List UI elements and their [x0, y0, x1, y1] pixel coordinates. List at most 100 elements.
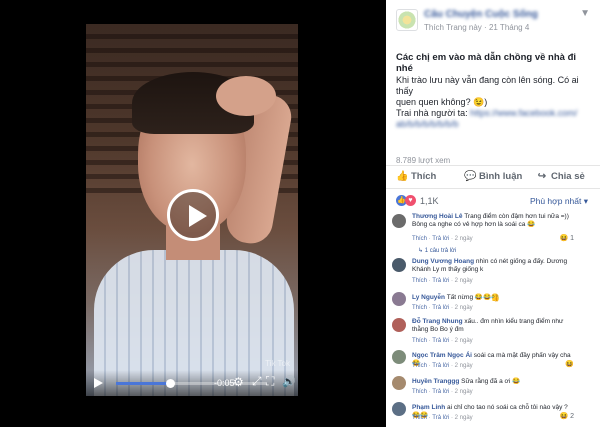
comment-meta: Thích · Trả lời · 2 ngày [412, 278, 473, 284]
reaction-count[interactable]: 1,1K [420, 196, 439, 206]
post-date[interactable]: 21 Tháng 4 [489, 23, 529, 32]
progress-knob[interactable] [165, 379, 175, 388]
comment-body: Đỗ Trang Nhung xấu.. đm nhìn kiểu trang … [412, 318, 572, 334]
comment-author[interactable]: Ngọc Trâm Ngọc Ái [412, 352, 472, 359]
avatar[interactable] [392, 376, 406, 390]
comment-reply-link[interactable]: Trả lời [432, 278, 449, 284]
comment-meta: Thích · Trả lời · 2 ngày [412, 389, 473, 395]
fullscreen-icon[interactable]: ⛶ [266, 375, 274, 387]
comment-author[interactable]: Huyền Tranggg [412, 378, 459, 385]
comment-label: Bình luận [479, 171, 523, 182]
comment-author[interactable]: Phạm Linh [412, 404, 445, 411]
page-name[interactable]: Câu Chuyện Cuộc Sống [424, 9, 538, 20]
share-label: Chia sẻ [551, 171, 585, 182]
love-reaction-icon: ♥ [405, 195, 416, 206]
like-label: Thích [411, 171, 437, 182]
time-remaining: -0:05 [214, 378, 235, 388]
comment-body: Thương Hoài Lê Trang điểm còn đậm hơn tu… [412, 213, 572, 229]
comment-like-link[interactable]: Thích [412, 236, 427, 242]
comment-reactions[interactable]: 👍 [491, 294, 500, 302]
post-panel: Câu Chuyện Cuộc Sống Thích Trang này · 2… [386, 0, 600, 427]
avatar[interactable] [392, 292, 406, 306]
post-line: Khi trào lưu này vẫn đang còn lên sóng. … [396, 75, 579, 96]
comment-reply-link[interactable]: Trả lời [432, 236, 449, 242]
comment-author[interactable]: Dung Vương Hoang [412, 258, 474, 265]
comment-item: Ly Nguyễn Tất nừng 😂😂😂 Thích · Trả lời ·… [386, 290, 600, 318]
avatar[interactable] [392, 318, 406, 332]
comment-author[interactable]: Đỗ Trang Nhung [412, 318, 463, 325]
comment-like-link[interactable]: Thích [412, 389, 427, 395]
comment-body: Dung Vương Hoang nhìn có nét giống a đấy… [412, 258, 572, 274]
post-header: Câu Chuyện Cuộc Sống Thích Trang này · 2… [386, 0, 600, 40]
post-line: Trai nhà người ta: https://www.facebook.… [396, 108, 590, 119]
comment-time: 2 ngày [454, 389, 473, 395]
comment-like-link[interactable]: Thích [412, 415, 427, 421]
expand-icon[interactable]: ⤢ [252, 375, 262, 387]
video-player[interactable]: Tik Tok -0:05 ⚙ ⤢ ⛶ 🔊 [86, 24, 298, 396]
comment-item: Thương Hoài Lê Trang điểm còn đậm hơn tu… [386, 212, 600, 254]
comment-reactions[interactable]: 😆 1 [559, 234, 574, 242]
speech-bubble-icon: 💬 [464, 171, 477, 182]
comment-reply-link[interactable]: Trả lời [432, 415, 449, 421]
comment-item: Ngọc Trâm Ngọc Ái soái ca mà mặt đầy phấ… [386, 348, 600, 376]
avatar[interactable] [392, 350, 406, 364]
comment-reply-link[interactable]: Trả lời [432, 389, 449, 395]
video-controls: -0:05 ⚙ ⤢ ⛶ 🔊 [86, 370, 298, 396]
like-page-link[interactable]: Thích Trang này [424, 23, 482, 32]
profile-link-cont[interactable]: ab/b/b/b/b/b/b/b [396, 119, 590, 130]
comment-meta: Thích · Trả lời · 2 ngày [412, 363, 473, 369]
avatar[interactable] [392, 258, 406, 272]
thumbs-up-icon: 👍 [396, 171, 409, 182]
post-line-label: Trai nhà người ta: [396, 108, 468, 118]
play-icon[interactable] [167, 189, 219, 241]
comment-time: 2 ngày [454, 305, 473, 311]
post-line: quen quen không? 😉) [396, 97, 488, 107]
share-arrow-icon: ↪ [537, 171, 547, 182]
comment-reply-link[interactable]: Trả lời [432, 363, 449, 369]
gear-icon[interactable]: ⚙ [233, 376, 244, 388]
comment-author[interactable]: Thương Hoài Lê [412, 213, 463, 220]
photo-viewer: Tik Tok -0:05 ⚙ ⤢ ⛶ 🔊 Câu Chuyện Cuộc Số… [0, 0, 600, 427]
play-small-icon[interactable] [94, 378, 103, 388]
like-button[interactable]: 👍 Thích [396, 171, 436, 182]
video-watermark: Tik Tok [265, 359, 290, 368]
comment-time: 2 ngày [454, 338, 473, 344]
comment-meta: Thích · Trả lời · 2 ngày [412, 338, 473, 344]
comment-reactions[interactable]: 😆 2 [559, 412, 574, 420]
profile-link[interactable]: https://www.facebook.com/ [470, 108, 577, 118]
comment-time: 2 ngày [454, 278, 473, 284]
comment-time: 2 ngày [454, 415, 473, 421]
progress-fill [116, 382, 170, 385]
comment-time: 2 ngày [454, 363, 473, 369]
sort-dropdown[interactable]: Phù hợp nhất ▾ [530, 196, 588, 207]
avatar[interactable] [392, 214, 406, 228]
action-bar: 👍 Thích 💬 Bình luận ↪ Chia sẻ [386, 165, 600, 189]
meta-separator: · [484, 23, 487, 32]
page-avatar[interactable] [396, 9, 418, 31]
comment-button[interactable]: 💬 Bình luận [464, 171, 522, 182]
post-title: Các chị em vào mà dẫn chồng về nhà đi nh… [396, 52, 577, 74]
chevron-down-icon[interactable]: ▼ [580, 8, 590, 19]
comment-reactions[interactable]: 😆 [565, 360, 574, 368]
comment-reply-link[interactable]: Trả lời [432, 338, 449, 344]
comment-author[interactable]: Ly Nguyễn [412, 294, 445, 301]
volume-icon[interactable]: 🔊 [282, 376, 296, 388]
comment-text: Sữa rằng đã a ơi 😂 [461, 378, 521, 385]
comment-reply-link[interactable]: Trả lời [432, 305, 449, 311]
comment-meta: Thích · Trả lời · 2 ngày [412, 415, 473, 421]
comment-like-link[interactable]: Thích [412, 363, 427, 369]
comment-like-link[interactable]: Thích [412, 278, 427, 284]
reactions-row: 👍 ♥ 1,1K Phù hợp nhất ▾ [386, 192, 600, 210]
comment-item: Đỗ Trang Nhung xấu.. đm nhìn kiểu trang … [386, 316, 600, 348]
comment-body: Huyền Tranggg Sữa rằng đã a ơi 😂 [412, 378, 572, 386]
share-button[interactable]: ↪ Chia sẻ [536, 171, 585, 182]
view-count: 8.789 lượt xem [396, 156, 451, 165]
comment-item: Huyền Tranggg Sữa rằng đã a ơi 😂 Thích ·… [386, 374, 600, 400]
comment-meta: Thích · Trả lời · 2 ngày [412, 305, 473, 311]
avatar[interactable] [392, 402, 406, 416]
comment-item: Phạm Linh ai chỉ cho tao nó soái ca chỗ … [386, 400, 600, 426]
comment-like-link[interactable]: Thích [412, 338, 427, 344]
view-replies-link[interactable]: ↳ 1 câu trả lời [418, 247, 456, 254]
post-text: Các chị em vào mà dẫn chồng về nhà đi nh… [386, 40, 600, 130]
comment-like-link[interactable]: Thích [412, 305, 427, 311]
